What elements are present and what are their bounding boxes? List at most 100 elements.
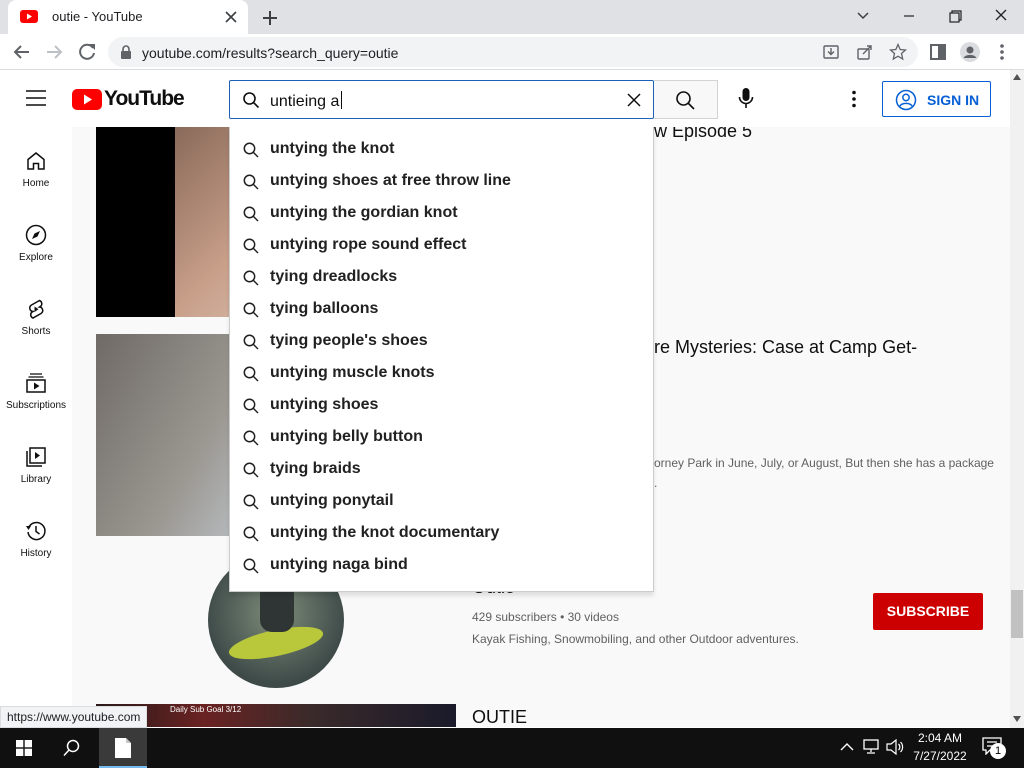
suggestion-item[interactable]: untying shoes: [230, 390, 653, 422]
suggestion-item[interactable]: untying the knot: [230, 134, 653, 166]
search-icon: [243, 366, 259, 382]
suggestion-item[interactable]: tying balloons: [230, 294, 653, 326]
search-icon: [243, 526, 259, 542]
search-icon: [676, 91, 695, 110]
suggestion-text: untying shoes at free throw line: [270, 172, 511, 189]
back-arrow-icon[interactable]: [10, 40, 34, 64]
sign-in-button[interactable]: SIGN IN: [882, 81, 991, 117]
search-input[interactable]: untieing a: [229, 80, 654, 119]
text-cursor: [341, 91, 343, 109]
scrollbar-thumb[interactable]: [1011, 590, 1023, 638]
suggestion-text: untying shoes: [270, 396, 379, 413]
video-title[interactable]: OUTIE: [472, 707, 527, 727]
suggestion-text: untying ponytail: [270, 492, 394, 509]
guide-item-library[interactable]: Library: [0, 445, 72, 515]
taskbar-search-button[interactable]: [48, 728, 96, 768]
search-button[interactable]: [654, 80, 718, 119]
guide-item-label: Home: [22, 178, 50, 189]
suggestion-item[interactable]: tying dreadlocks: [230, 262, 653, 294]
profile-avatar-icon[interactable]: [958, 40, 982, 64]
sign-in-label: SIGN IN: [927, 92, 980, 108]
windows-logo-icon: [16, 740, 32, 756]
search-icon: [243, 270, 259, 286]
start-button[interactable]: [0, 728, 48, 768]
more-options-icon[interactable]: [844, 89, 864, 109]
suggestion-item[interactable]: untying shoes at free throw line: [230, 166, 653, 198]
guide-item-explore[interactable]: Explore: [0, 223, 72, 293]
guide-item-home[interactable]: Home: [0, 149, 72, 219]
window-close-icon[interactable]: [988, 4, 1014, 28]
restore-icon[interactable]: [942, 4, 968, 28]
suggestion-item[interactable]: untying rope sound effect: [230, 230, 653, 262]
shorts-icon: [29, 299, 44, 319]
taskbar-app-file[interactable]: [99, 728, 147, 768]
suggestion-item[interactable]: untying muscle knots: [230, 358, 653, 390]
suggestion-item[interactable]: untying ponytail: [230, 486, 653, 518]
search-icon: [243, 462, 259, 478]
scroll-down-arrow-icon[interactable]: [1013, 716, 1021, 722]
tab-close-icon[interactable]: [222, 8, 240, 26]
minimize-icon[interactable]: [896, 4, 922, 28]
video-thumbnail[interactable]: Daily Sub Goal 3/12: [96, 704, 456, 727]
notification-count-badge: 1: [990, 743, 1006, 759]
history-icon: [26, 521, 46, 541]
video-description: .: [654, 476, 658, 490]
video-title[interactable]: re Mysteries: Case at Camp Get-: [654, 337, 917, 358]
guide-item-shorts[interactable]: Shorts: [0, 297, 72, 367]
reload-icon[interactable]: [75, 40, 99, 64]
search-icon: [243, 238, 259, 254]
search-icon: [243, 398, 259, 414]
search-icon: [243, 494, 259, 510]
suggestion-text: untying the knot: [270, 140, 395, 157]
suggestion-text: untying naga bind: [270, 556, 408, 573]
tray-overflow-chevron-icon[interactable]: [840, 742, 854, 752]
suggestion-item[interactable]: untying naga bind: [230, 550, 653, 582]
video-description: orney Park in June, July, or August, But…: [654, 456, 994, 470]
share-icon[interactable]: [856, 43, 874, 61]
lock-icon[interactable]: [120, 45, 132, 59]
taskbar-clock-date[interactable]: 7/27/2022: [900, 749, 980, 763]
windows-taskbar: 2:04 AM 7/27/2022 1: [0, 728, 1024, 768]
tab-search-chevron-icon[interactable]: [850, 4, 876, 28]
microphone-icon[interactable]: [737, 87, 755, 111]
scroll-up-arrow-icon[interactable]: [1013, 74, 1021, 80]
browser-tab-active[interactable]: outie - YouTube: [8, 0, 248, 34]
search-icon: [243, 302, 259, 318]
address-bar[interactable]: youtube.com/results?search_query=outie: [108, 37, 918, 67]
subscribe-button[interactable]: SUBSCRIBE: [873, 593, 983, 630]
channel-stats: 429 subscribers • 30 videos: [472, 610, 619, 624]
search-suggestions-dropdown: untying the knot untying shoes at free t…: [229, 127, 654, 592]
guide-item-history[interactable]: History: [0, 519, 72, 589]
side-panel-icon[interactable]: [926, 40, 950, 64]
suggestion-text: tying braids: [270, 460, 361, 477]
clear-search-icon[interactable]: [626, 92, 642, 108]
suggestion-item[interactable]: untying belly button: [230, 422, 653, 454]
youtube-logo-text[interactable]: YouTube: [104, 87, 185, 111]
action-center-button[interactable]: 1: [982, 737, 1008, 759]
search-icon: [243, 430, 259, 446]
suggestion-item[interactable]: tying braids: [230, 454, 653, 486]
youtube-header: YouTube untieing a SIGN IN: [0, 70, 1010, 127]
search-icon: [243, 206, 259, 222]
guide-item-subscriptions[interactable]: Subscriptions: [0, 371, 72, 441]
youtube-logo-icon[interactable]: [72, 89, 102, 110]
suggestion-text: untying muscle knots: [270, 364, 435, 381]
browser-toolbar: youtube.com/results?search_query=outie: [0, 34, 1024, 70]
network-icon[interactable]: [862, 739, 880, 755]
youtube-favicon-icon: [20, 10, 38, 23]
bookmark-star-icon[interactable]: [889, 43, 907, 61]
home-icon: [27, 152, 45, 170]
stats-separator: •: [560, 610, 565, 624]
search-icon: [63, 739, 80, 757]
browser-tabstrip: outie - YouTube: [0, 0, 1024, 34]
suggestion-item[interactable]: tying people's shoes: [230, 326, 653, 358]
browser-menu-icon[interactable]: [990, 40, 1014, 64]
forward-arrow-icon[interactable]: [42, 40, 66, 64]
install-app-icon[interactable]: [822, 43, 840, 61]
taskbar-clock-time[interactable]: 2:04 AM: [900, 731, 980, 745]
hamburger-menu-icon[interactable]: [26, 89, 46, 107]
suggestion-item[interactable]: untying the knot documentary: [230, 518, 653, 550]
new-tab-icon[interactable]: [258, 6, 282, 30]
suggestion-item[interactable]: untying the gordian knot: [230, 198, 653, 230]
video-title[interactable]: w Episode 5: [654, 127, 752, 142]
